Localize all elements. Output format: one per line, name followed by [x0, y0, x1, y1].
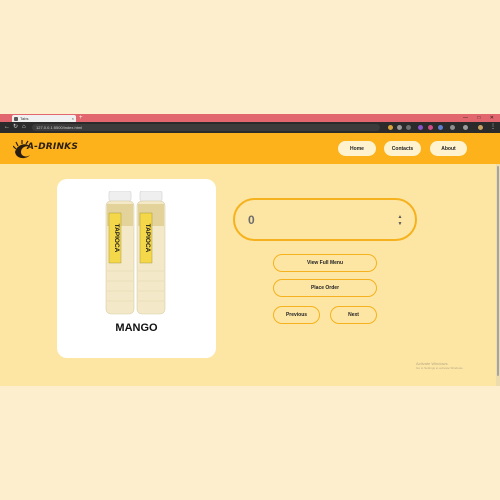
- previous-button[interactable]: Previous: [273, 306, 320, 324]
- bottle-label-text: TAPIOCA: [144, 224, 151, 253]
- bottle-label-text: TAPIOCA: [113, 224, 120, 253]
- quantity-value: 0: [248, 213, 255, 227]
- product-image: TAPIOCA TAPIOCA: [105, 191, 166, 315]
- product-name: MANGO: [115, 322, 158, 334]
- page-favicon-icon: [14, 116, 18, 121]
- back-arrow-icon[interactable]: ←: [4, 124, 10, 131]
- tab-close-icon[interactable]: ×: [72, 115, 74, 122]
- product-card: TAPIOCA TAPIOCA MANGO: [57, 179, 216, 358]
- place-order-button[interactable]: Place Order: [273, 279, 377, 297]
- page-scrollbar[interactable]: [496, 164, 500, 386]
- browser-tab[interactable]: Tabs ×: [12, 115, 76, 122]
- quantity-stepper[interactable]: ▲ ▼: [396, 214, 404, 228]
- extension-icon[interactable]: [463, 125, 468, 130]
- new-tab-icon[interactable]: +: [79, 114, 83, 122]
- browser-menu-icon[interactable]: ⋮: [490, 124, 496, 131]
- site-header: A-DRINKS Home Contacts About: [0, 133, 500, 164]
- brand-name: A-DRINKS: [27, 142, 79, 152]
- home-icon[interactable]: ⌂: [22, 124, 26, 131]
- profile-avatar[interactable]: [478, 125, 483, 130]
- stepper-up-icon[interactable]: ▲: [396, 214, 404, 221]
- quantity-input[interactable]: 0 ▲ ▼: [233, 198, 417, 241]
- nav-about-button[interactable]: About: [430, 141, 467, 156]
- browser-window: Tabs × + — □ ✕ ← ↻ ⌂ 127.0.0.1:5500/inde…: [0, 114, 500, 386]
- address-bar-row: ← ↻ ⌂ 127.0.0.1:5500/index.html ⋮: [0, 122, 500, 133]
- extension-icon[interactable]: [397, 125, 402, 130]
- extension-icon[interactable]: [388, 125, 393, 130]
- extension-icon[interactable]: [406, 125, 411, 130]
- browser-tab-title: Tabs: [20, 116, 29, 121]
- extension-icon[interactable]: [450, 125, 455, 130]
- view-full-menu-button[interactable]: View Full Menu: [273, 254, 377, 272]
- nav-home-button[interactable]: Home: [338, 141, 376, 156]
- reload-icon[interactable]: ↻: [13, 124, 18, 131]
- next-button[interactable]: Next: [330, 306, 377, 324]
- scrollbar-thumb[interactable]: [497, 166, 499, 376]
- nav-contacts-button[interactable]: Contacts: [384, 141, 421, 156]
- activate-windows-watermark: Activate Windows Go to Settings to activ…: [416, 361, 463, 371]
- window-controls[interactable]: — □ ✕: [463, 114, 498, 122]
- extension-icon[interactable]: [438, 125, 443, 130]
- watermark-subtitle: Go to Settings to activate Windows.: [416, 366, 464, 370]
- extension-icon[interactable]: [418, 125, 423, 130]
- extension-icon[interactable]: [428, 125, 433, 130]
- url-field[interactable]: 127.0.0.1:5500/index.html: [32, 124, 380, 131]
- stepper-down-icon[interactable]: ▼: [396, 221, 404, 228]
- tab-bar: Tabs × + — □ ✕: [0, 114, 500, 122]
